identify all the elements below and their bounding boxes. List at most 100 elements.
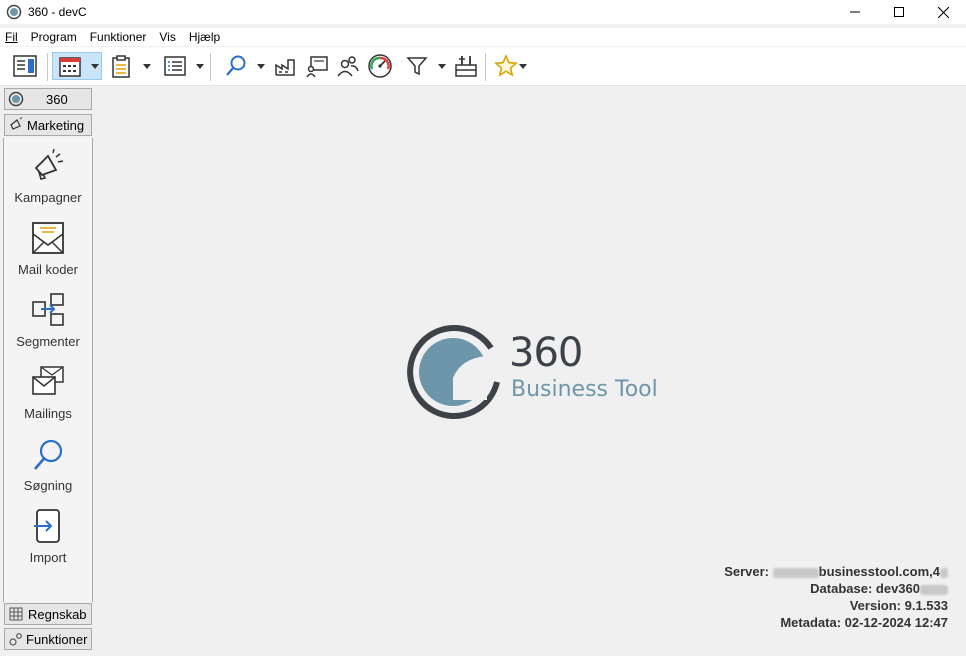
toolbar-separator [47,53,48,81]
factory-icon [275,59,295,76]
list-dropdown-arrow[interactable] [195,61,205,71]
app-logo-icon [8,91,24,107]
toolbar-panel-button[interactable] [11,52,39,80]
gauge-icon [368,54,392,78]
mailings-icon [32,366,64,395]
toolbar-separator [210,53,211,81]
favorites-dropdown-arrow[interactable] [518,61,528,71]
sidebar-section-regnskab[interactable]: Regnskab [4,603,92,625]
logo-subtitle: Business Tool [511,377,658,402]
search-button[interactable] [222,52,250,80]
sidebar-section-360[interactable]: 360 [4,88,92,110]
sidebar-item-label: Mail koder [18,262,78,277]
filter-icon [406,57,428,76]
sidebar-item-label: Søgning [23,478,73,493]
filter-dropdown-arrow[interactable] [437,61,447,71]
chevron-down-icon [438,63,446,69]
clipboard-icon [112,55,130,78]
minimize-button[interactable] [832,0,878,24]
company-button[interactable] [271,52,299,80]
menu-vis[interactable]: Vis [153,30,182,44]
title-bar: 360 - devC [0,0,966,24]
calendar-dropdown-arrow[interactable] [90,61,100,71]
sidebar-item-label: Kampagner [14,190,82,205]
connection-info: Server: businesstool.com,4 Database: dev… [724,563,948,631]
megaphone-icon [10,117,23,130]
business-tool-logo: 360 Business Tool [405,322,675,422]
persons-icon [337,56,359,77]
database-label: Database: [810,581,873,596]
menu-program[interactable]: Program [25,30,84,44]
menu-funktioner[interactable]: Funktioner [84,30,154,44]
app-logo-icon [6,4,22,20]
360-logo-icon [407,325,500,420]
close-icon [937,6,949,18]
server-line: Server: businesstool.com,4 [724,563,948,580]
chevron-down-icon [196,63,204,69]
segment-arrows-icon [32,293,64,326]
logo-number: 360 [509,330,583,376]
sidebar-item-mail-koder[interactable]: Mail koder [4,218,92,288]
tools-button[interactable] [452,52,480,80]
menu-fil[interactable]: Fil [0,30,25,44]
server-label: Server: [724,564,769,579]
search-icon [226,55,246,76]
marketing-panel: Kampagner Mail koder Segmenter Mailings … [3,138,93,602]
database-line: Database: dev360 [724,580,948,597]
search-dropdown-arrow[interactable] [256,61,266,71]
sidebar: 360 Marketing Kampagner Mail koder Segme… [0,86,96,656]
table-grid-icon [9,607,23,621]
sidebar-item-label: Import [29,550,67,565]
main-area: 360 Business Tool Server: businesstool.c… [97,87,966,656]
toolbar-separator [485,53,486,81]
maximize-icon [894,7,904,17]
sidebar-section-funktioner[interactable]: Funktioner [4,628,92,650]
gears-icon [9,632,22,646]
sidebar-section-label: Marketing [27,117,85,133]
calendar-icon [59,57,81,77]
filter-button[interactable] [403,52,431,80]
sidebar-item-soegning[interactable]: Søgning [4,434,92,504]
star-icon [494,54,518,77]
minimize-icon [850,11,860,13]
chevron-down-icon [143,63,151,69]
sidebar-item-mailings[interactable]: Mailings [4,362,92,432]
clipboard-button[interactable] [107,52,135,80]
redacted-text [940,567,948,578]
sidebar-item-segmenter[interactable]: Segmenter [4,290,92,360]
favorites-button[interactable] [492,52,520,80]
server-value: businesstool.com,4 [818,564,940,579]
metadata-line: Metadata: 02-12-2024 12:47 [780,615,948,630]
sidebar-item-kampagner[interactable]: Kampagner [4,146,92,216]
search-icon [34,439,63,470]
redacted-text [772,567,819,578]
menu-bar: Fil Program Funktioner Vis Hjælp [0,28,966,46]
presenter-board-icon [306,56,328,78]
sidebar-section-label: Funktioner [26,631,88,647]
sidebar-section-label: Regnskab [28,606,87,622]
sidebar-item-label: Segmenter [16,334,80,349]
import-icon [34,509,60,543]
toolbar [0,47,966,86]
database-value: dev360 [875,581,920,596]
sidebar-section-label: 360 [46,91,68,107]
clipboard-dropdown-arrow[interactable] [142,61,152,71]
envelope-codes-icon [32,222,64,254]
sidebar-item-import[interactable]: Import [4,506,92,576]
contact-board-button[interactable] [303,52,331,80]
chevron-down-icon [519,63,527,69]
list-icon [164,56,186,76]
persons-button[interactable] [334,52,362,80]
megaphone-icon [34,148,64,180]
list-button[interactable] [161,52,189,80]
dashboard-button[interactable] [366,52,394,80]
close-button[interactable] [920,0,966,24]
version-line: Version: 9.1.533 [849,598,948,613]
menu-hjaelp[interactable]: Hjælp [183,30,227,44]
sidebar-item-label: Mailings [24,406,72,421]
maximize-button[interactable] [876,0,922,24]
redacted-text [920,584,948,595]
panel-layout-icon [13,55,37,77]
window-title: 360 - devC [28,5,87,19]
sidebar-section-marketing[interactable]: Marketing [4,114,92,136]
